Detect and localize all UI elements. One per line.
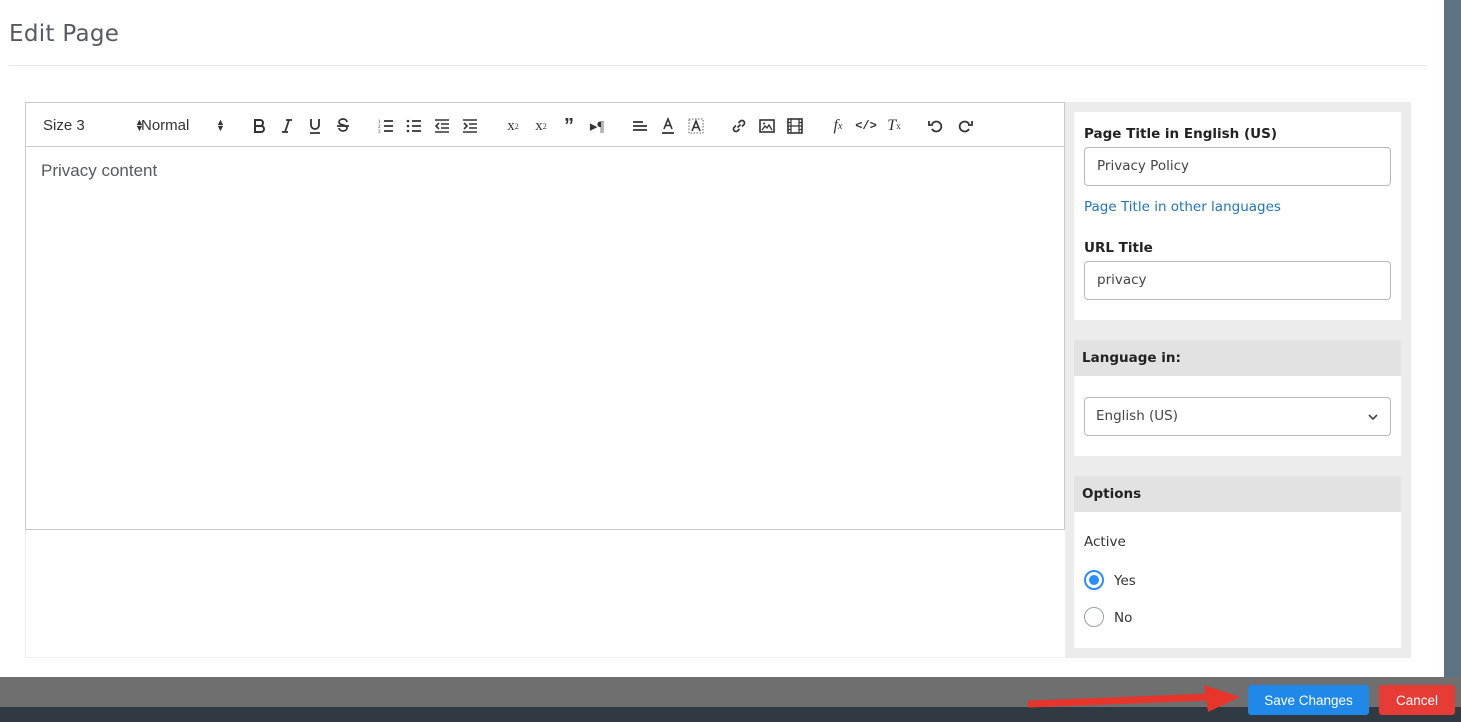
settings-panel: Page Title in English (US) Privacy Polic… — [1065, 102, 1411, 658]
redo-icon[interactable] — [954, 115, 976, 137]
language-header: Language in: — [1074, 340, 1401, 376]
superscript-icon[interactable]: x2 — [502, 115, 524, 137]
editor-toolbar: Size 3 ▲ ▼ Normal ▲ ▼ 1 2 3 x 2 x 2 ” ▸¶… — [26, 103, 1064, 147]
options-card: Active Yes No — [1074, 512, 1401, 648]
active-label: Active — [1084, 534, 1126, 550]
text-color-icon[interactable] — [657, 115, 679, 137]
language-card: English (US) — [1074, 376, 1401, 456]
size-select[interactable]: Size 3 ▲ ▼ — [43, 115, 144, 135]
format-select-value: Normal — [141, 116, 190, 134]
background-color-icon[interactable] — [685, 115, 707, 137]
annotation-arrow-icon — [1028, 685, 1240, 712]
rich-text-editor: Size 3 ▲ ▼ Normal ▲ ▼ 1 2 3 x 2 x 2 ” ▸¶… — [25, 102, 1065, 530]
editor-content[interactable]: Privacy content — [41, 161, 157, 181]
ordered-list-icon[interactable]: 123 — [375, 115, 397, 137]
page-title-label: Page Title in English (US) — [1084, 126, 1277, 142]
italic-icon[interactable] — [276, 115, 298, 137]
link-icon[interactable] — [728, 115, 750, 137]
bullet-list-icon[interactable] — [403, 115, 425, 137]
size-select-value: Size 3 — [43, 116, 85, 134]
save-changes-button[interactable]: Save Changes — [1248, 685, 1369, 715]
chevron-down-icon — [1368, 414, 1378, 421]
bold-icon[interactable] — [248, 115, 270, 137]
format-select-caret-icon: ▲ ▼ — [216, 117, 225, 133]
radio-no-label: No — [1114, 610, 1133, 626]
page-title-input[interactable]: Privacy Policy — [1084, 147, 1391, 186]
radio-no[interactable] — [1084, 607, 1104, 627]
radio-yes-label: Yes — [1114, 573, 1136, 589]
url-title-input[interactable]: privacy — [1084, 261, 1391, 300]
formula-icon[interactable]: fx — [827, 115, 849, 137]
svg-text:3: 3 — [378, 130, 381, 135]
video-icon[interactable] — [784, 115, 806, 137]
cancel-button[interactable]: Cancel — [1379, 685, 1455, 715]
title-card: Page Title in English (US) Privacy Polic… — [1074, 112, 1401, 320]
undo-icon[interactable] — [925, 115, 947, 137]
text-direction-icon[interactable]: ▸¶ — [586, 115, 608, 137]
format-select[interactable]: Normal ▲ ▼ — [141, 115, 229, 135]
clear-format-icon[interactable]: Tx — [883, 115, 905, 137]
modal-title: Edit Page — [9, 21, 120, 47]
code-icon[interactable]: </> — [855, 115, 877, 137]
language-select[interactable]: English (US) — [1084, 397, 1391, 436]
title-divider — [9, 65, 1427, 66]
radio-yes[interactable] — [1084, 570, 1104, 590]
align-icon[interactable] — [629, 115, 651, 137]
language-select-value: English (US) — [1096, 408, 1179, 424]
options-header: Options — [1074, 476, 1401, 512]
url-title-label: URL Title — [1084, 240, 1153, 256]
subscript-icon[interactable]: x2 — [530, 115, 552, 137]
image-icon[interactable] — [756, 115, 778, 137]
indent-icon[interactable] — [459, 115, 481, 137]
other-languages-link[interactable]: Page Title in other languages — [1084, 199, 1281, 215]
blockquote-icon[interactable]: ” — [558, 115, 580, 137]
backdrop-strip — [1444, 0, 1461, 677]
strike-icon[interactable] — [332, 115, 354, 137]
underline-icon[interactable] — [304, 115, 326, 137]
outdent-icon[interactable] — [431, 115, 453, 137]
edit-page-modal: Edit Page Size 3 ▲ ▼ Normal ▲ ▼ 1 2 3 x … — [0, 0, 1444, 677]
